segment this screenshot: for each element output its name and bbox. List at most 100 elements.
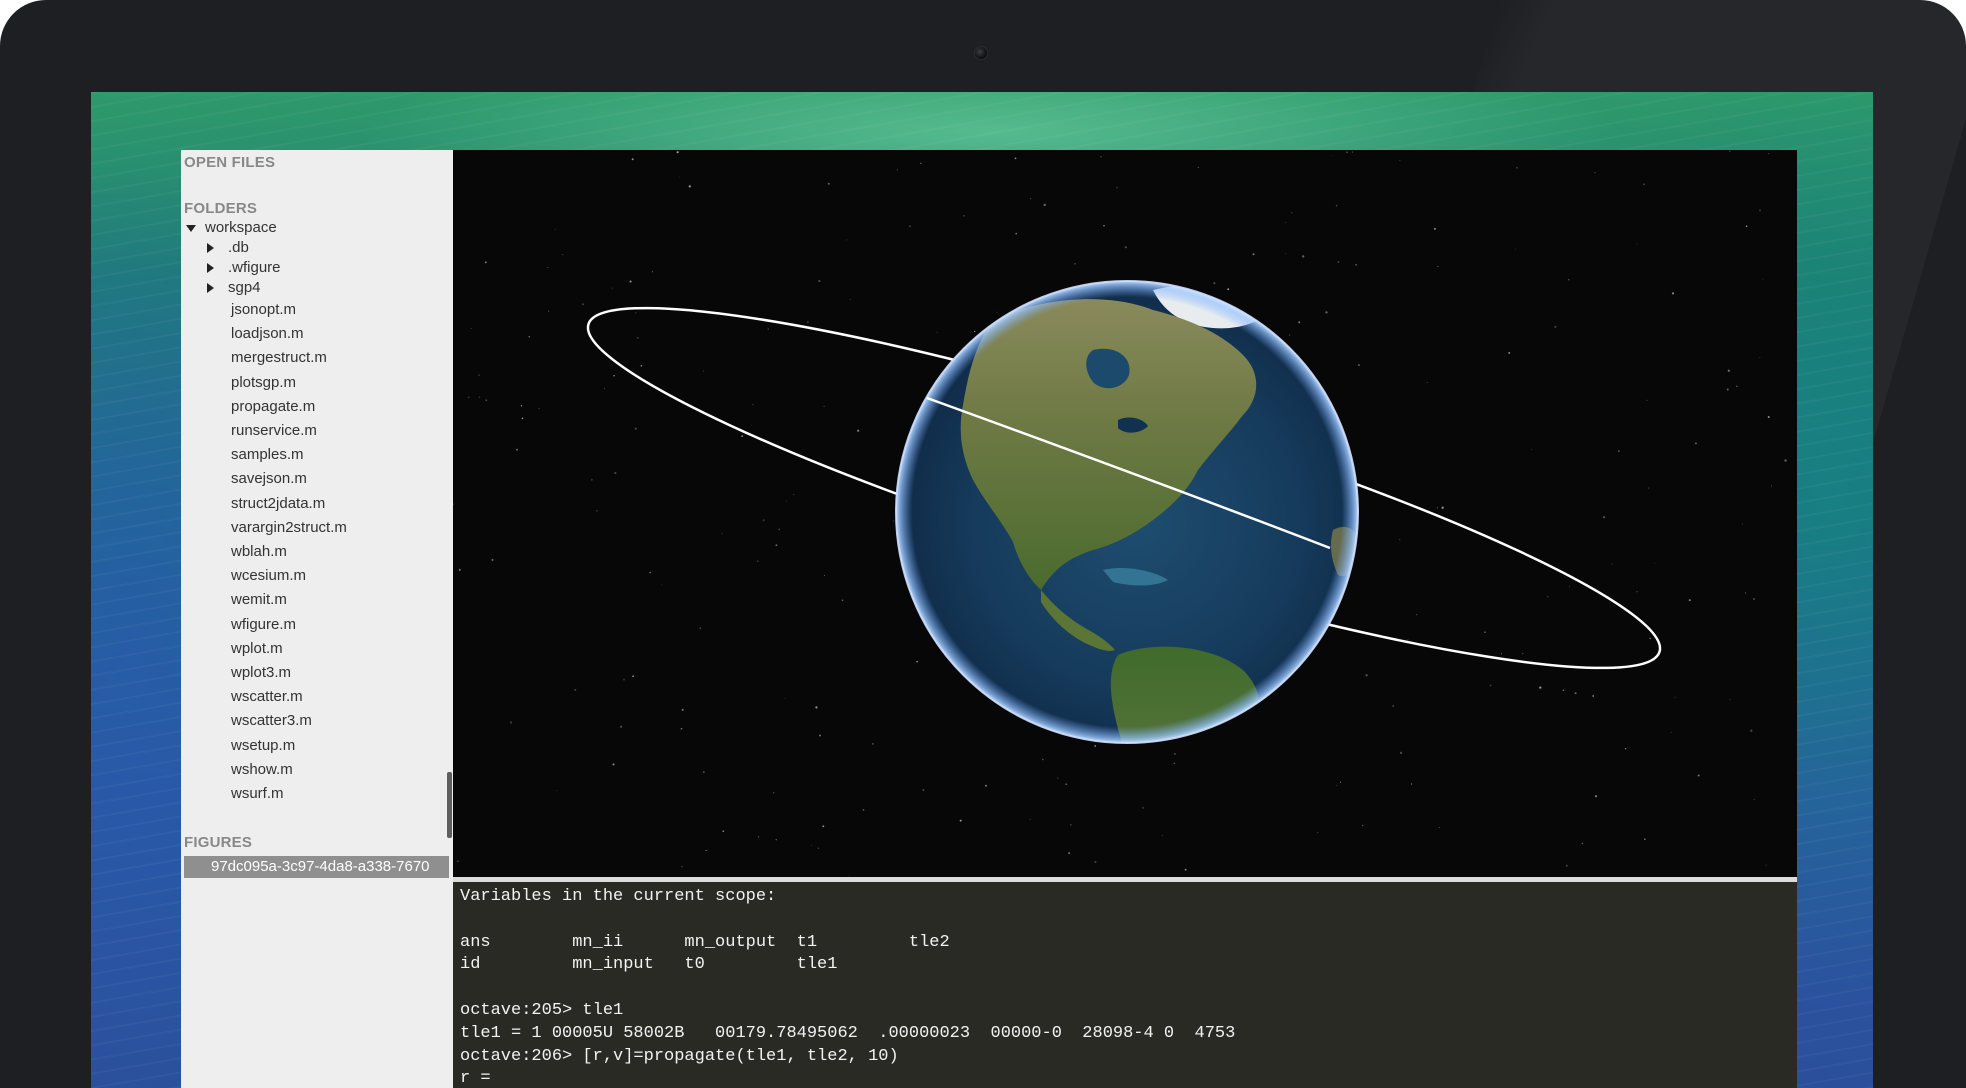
file-item[interactable]: varargin2struct.m — [231, 518, 347, 538]
star — [1285, 221, 1287, 223]
star — [1647, 487, 1650, 489]
star — [556, 790, 558, 791]
file-item[interactable]: mergestruct.m — [231, 348, 327, 368]
file-item[interactable]: wscatter.m — [231, 687, 303, 707]
file-item[interactable]: wfigure.m — [231, 615, 296, 635]
star — [1173, 752, 1176, 755]
file-item[interactable]: jsonopt.m — [231, 300, 296, 320]
star — [604, 388, 605, 389]
star — [822, 825, 825, 828]
subfolder-label: .db — [228, 239, 249, 256]
file-item[interactable]: savejson.m — [231, 469, 307, 489]
file-item[interactable]: plotsgp.m — [231, 373, 296, 393]
file-item[interactable]: wscatter3.m — [231, 711, 312, 731]
file-item[interactable]: struct2jdata.m — [231, 494, 325, 514]
star — [827, 182, 830, 185]
folder-workspace[interactable]: workspace — [184, 218, 277, 238]
chevron-down-icon[interactable] — [186, 224, 196, 232]
chevron-right-icon[interactable] — [207, 243, 214, 254]
file-item[interactable]: wplot3.m — [231, 663, 291, 683]
star — [509, 721, 513, 724]
file-item[interactable]: loadjson.m — [231, 324, 304, 344]
star — [640, 364, 643, 367]
figure-item[interactable]: 97dc095a-3c97-4da8-a338-7670 — [184, 856, 449, 878]
star — [778, 528, 781, 531]
star — [1399, 539, 1401, 541]
file-item[interactable]: wsurf.m — [231, 784, 284, 804]
star — [699, 627, 701, 629]
star — [1565, 864, 1568, 867]
star — [1753, 598, 1755, 600]
star — [688, 185, 691, 188]
star — [1688, 599, 1691, 602]
star — [661, 584, 663, 586]
star — [1636, 243, 1638, 245]
console-line: Variables in the current scope: — [460, 887, 777, 906]
globe-viewer[interactable] — [453, 150, 1797, 877]
star — [849, 298, 851, 300]
file-item[interactable]: runservice.m — [231, 421, 317, 441]
folder-label: workspace — [205, 219, 277, 236]
star — [1489, 684, 1492, 687]
file-item[interactable]: propagate.m — [231, 397, 315, 417]
star — [562, 254, 564, 256]
star — [1594, 795, 1598, 798]
star — [1759, 357, 1761, 359]
star — [1546, 595, 1549, 598]
star — [1522, 652, 1524, 654]
star — [1644, 838, 1646, 840]
file-item[interactable]: wsetup.m — [231, 736, 295, 756]
star — [1116, 187, 1118, 189]
subfolder-label: sgp4 — [228, 279, 261, 296]
chevron-right-icon[interactable] — [207, 263, 214, 274]
star — [1056, 777, 1059, 779]
octave-console[interactable]: Variables in the current scope: ans mn_ii… — [453, 882, 1797, 1088]
star — [614, 471, 617, 475]
star — [1065, 783, 1068, 786]
star — [963, 214, 965, 217]
star — [521, 417, 524, 420]
star — [817, 847, 820, 850]
star — [811, 844, 812, 846]
figures-title: FIGURES — [184, 834, 253, 851]
file-item[interactable]: samples.m — [231, 445, 304, 465]
star — [574, 688, 577, 691]
star — [478, 396, 480, 398]
star — [635, 312, 637, 314]
file-item[interactable]: wshow.m — [231, 760, 293, 780]
subfolder-item[interactable]: .db — [207, 238, 249, 258]
star — [1103, 224, 1105, 227]
star — [1671, 292, 1675, 295]
star — [1346, 151, 1348, 153]
star — [622, 678, 626, 681]
star — [756, 560, 759, 563]
star — [1184, 868, 1187, 871]
star — [547, 266, 549, 268]
star — [1288, 334, 1291, 336]
file-item[interactable]: wblah.m — [231, 542, 287, 562]
star — [1592, 695, 1595, 697]
chevron-right-icon[interactable] — [207, 283, 214, 294]
file-item[interactable]: wemit.m — [231, 590, 287, 610]
star — [959, 819, 962, 822]
star — [916, 660, 918, 663]
star — [528, 335, 531, 338]
subfolder-item[interactable]: .wfigure — [207, 258, 281, 278]
star — [1594, 172, 1596, 174]
star — [631, 158, 634, 161]
star — [1603, 516, 1606, 519]
star — [1337, 261, 1340, 263]
star — [1581, 842, 1584, 845]
star — [1646, 399, 1648, 401]
star — [1067, 851, 1071, 855]
globe-canvas[interactable] — [453, 150, 1797, 877]
star — [1290, 212, 1293, 214]
star — [741, 435, 744, 438]
star — [596, 510, 598, 512]
file-item[interactable]: wplot.m — [231, 639, 283, 659]
file-item[interactable]: wcesium.m — [231, 566, 306, 586]
star — [681, 865, 683, 868]
sidebar-scrollbar[interactable] — [447, 772, 452, 838]
star — [896, 169, 898, 171]
subfolder-item[interactable]: sgp4 — [207, 278, 261, 298]
